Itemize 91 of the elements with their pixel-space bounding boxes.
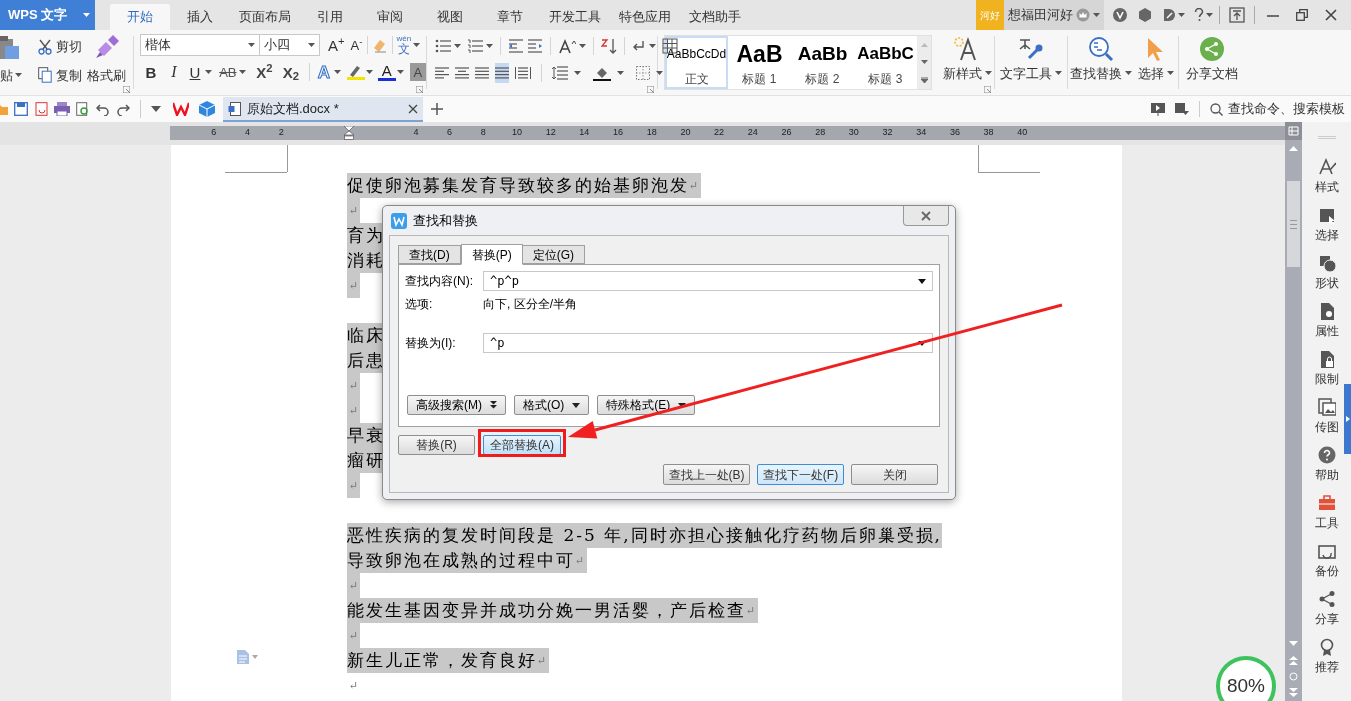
style-option[interactable]: AaBb 标题 2 <box>791 36 854 89</box>
field-label: 替换为(I): <box>405 335 457 352</box>
format-button[interactable]: X$^{2}$ <box>251 64 278 80</box>
menu-tab[interactable]: 开发工具 <box>540 4 610 30</box>
sidebar-button[interactable]: 帮助 <box>1305 446 1348 494</box>
paragraph-mark: ↵ <box>347 573 361 598</box>
paragraph-text: 新生儿正常，发育良好 <box>347 648 537 673</box>
ribbon-tool-button[interactable]: 选择 <box>1134 30 1178 95</box>
paragraph-text: 临床 <box>347 323 385 348</box>
sidebar-button[interactable]: 备份 <box>1305 542 1348 590</box>
format-button[interactable]: AB <box>217 65 238 79</box>
menu-tab[interactable]: 章节 <box>480 4 540 30</box>
menu-tab[interactable]: 特色应用 <box>610 4 680 30</box>
paragraph-mark: ↵ <box>689 173 702 198</box>
shrink-font-button[interactable]: A$^{-}$ <box>350 38 363 52</box>
sidebar-button[interactable]: 样式 <box>1305 158 1348 206</box>
dialog-button[interactable]: 高级搜索(M) <box>407 395 506 415</box>
menu-tab[interactable]: 页面布局 <box>230 4 300 30</box>
format-button[interactable]: I <box>162 64 185 80</box>
dialog-title: 查找和替换 <box>413 211 478 230</box>
sidebar-button[interactable]: 选择 <box>1305 206 1348 254</box>
dialog-button[interactable]: 格式(O) <box>514 395 590 415</box>
dialog-button[interactable]: 查找下一处(F) <box>757 464 844 485</box>
style-option[interactable]: AaBbC 标题 3 <box>854 36 917 89</box>
font-size-select[interactable]: 小四 <box>260 34 320 56</box>
sidebar-button[interactable]: 属性 <box>1305 302 1348 350</box>
dialog-tab[interactable]: 替换(P) <box>460 244 523 265</box>
pinyin-button[interactable]: wén 文 <box>396 35 412 55</box>
format-painter-button[interactable]: 格式刷 <box>84 34 129 95</box>
dialog-button[interactable]: 查找上一处(B) <box>663 464 750 485</box>
format-button[interactable]: B <box>140 64 162 80</box>
font-family-select[interactable]: 楷体 <box>140 34 260 56</box>
sidebar-button[interactable]: 推荐 <box>1305 638 1348 686</box>
format-button[interactable]: X$_{2}$ <box>278 64 304 80</box>
sidebar-button[interactable]: 形状 <box>1305 254 1348 302</box>
dialog-tab[interactable]: 查找(D) <box>398 245 461 264</box>
menu-tab[interactable]: 引用 <box>300 4 360 30</box>
paragraph-text: 早衰 <box>347 423 385 448</box>
style-option[interactable]: AaBbCcDd 正文 <box>665 36 728 89</box>
cut-button[interactable]: 剪切 <box>38 37 84 57</box>
document-tab[interactable]: 原始文档.docx * <box>223 97 423 122</box>
menu-tab[interactable]: 视图 <box>420 4 480 30</box>
format-button[interactable]: A <box>409 63 426 81</box>
ribbon-tool-button[interactable]: 分享文档 <box>1179 30 1245 95</box>
paragraph-text: 育为 <box>347 223 385 248</box>
field-label: 查找内容(N): <box>405 273 474 290</box>
find-field[interactable]: ^p^p <box>483 271 933 291</box>
paragraph-mark: ↵ <box>746 598 759 623</box>
ribbon-tool-button[interactable]: 文字工具 <box>995 30 1067 95</box>
menu-tab[interactable]: 插入 <box>170 4 230 30</box>
style-option[interactable]: AaB 标题 1 <box>728 36 791 89</box>
paragraph-text: 导致卵泡在成熟的过程中可 <box>347 548 575 573</box>
format-button[interactable]: U <box>185 64 205 80</box>
sidebar-button[interactable]: 传图 <box>1305 398 1348 446</box>
paragraph-mark: ↵ <box>537 648 550 673</box>
paragraph-text: 后患 <box>347 348 385 373</box>
format-button[interactable]: A <box>377 63 396 81</box>
paragraph-mark: ↵ <box>347 473 361 498</box>
horizontal-ruler[interactable]: 6 4 2 4 6 8 10 12 14 16 18 20 22 24 26 28 30 32 34 36 38 40 <box>170 126 1285 140</box>
sidebar-button[interactable]: 分享 <box>1305 590 1348 638</box>
paragraph-text: 消耗 <box>347 248 385 273</box>
command-search-field[interactable]: 查找命令、搜索模板 <box>1210 99 1345 119</box>
sidebar-button[interactable]: 工具 <box>1305 494 1348 542</box>
app-menu-button[interactable]: WPS 文字 <box>0 0 95 30</box>
ribbon-tool-button[interactable]: 新样式 <box>940 30 994 95</box>
paragraph-mark: ↵ <box>347 623 361 648</box>
paragraph-mark: ↵ <box>347 198 361 223</box>
dialog-button[interactable]: 关闭 <box>851 464 938 485</box>
replace-field[interactable]: ^p <box>483 333 933 353</box>
paragraph-mark: ↵ <box>347 373 361 398</box>
paragraph-text: 能发生基因变异并成功分娩一男活婴，产后检查 <box>347 598 746 623</box>
paste-button[interactable]: 贴 <box>0 34 32 95</box>
grow-font-button[interactable]: A$^{+}$ <box>328 37 345 53</box>
options-summary: 向下, 区分全/半角 <box>483 296 577 313</box>
paragraph-text: 恶性疾病的复发时间段是 2-5 年,同时亦担心接触化疗药物后卵巢受损, <box>347 523 942 548</box>
dialog-tab[interactable]: 定位(G) <box>521 245 585 264</box>
paragraph-mark: ↵ <box>347 273 361 298</box>
dialog-button[interactable]: 全部替换(A) <box>483 435 561 455</box>
field-label: 选项: <box>405 296 434 313</box>
menu-tab[interactable]: 审阅 <box>360 4 420 30</box>
dialog-button[interactable]: 替换(R) <box>398 435 475 455</box>
menu-tab[interactable]: 开始 <box>110 4 170 30</box>
paragraph-text: 促使卵泡募集发育导致较多的始基卵泡发 <box>347 173 689 198</box>
paragraph-mark: ↵ <box>575 548 588 573</box>
ribbon-tool-button[interactable]: 查找替换 <box>1068 30 1134 95</box>
account-badge: 河好 <box>976 0 1004 30</box>
copy-button[interactable]: 复制 <box>38 65 84 85</box>
paragraph-mark: ↵ <box>348 678 360 694</box>
paragraph-mark: ↵ <box>347 398 361 423</box>
menu-tab[interactable]: 文档助手 <box>680 4 750 30</box>
paragraph-text: 瘤研 <box>347 448 385 473</box>
